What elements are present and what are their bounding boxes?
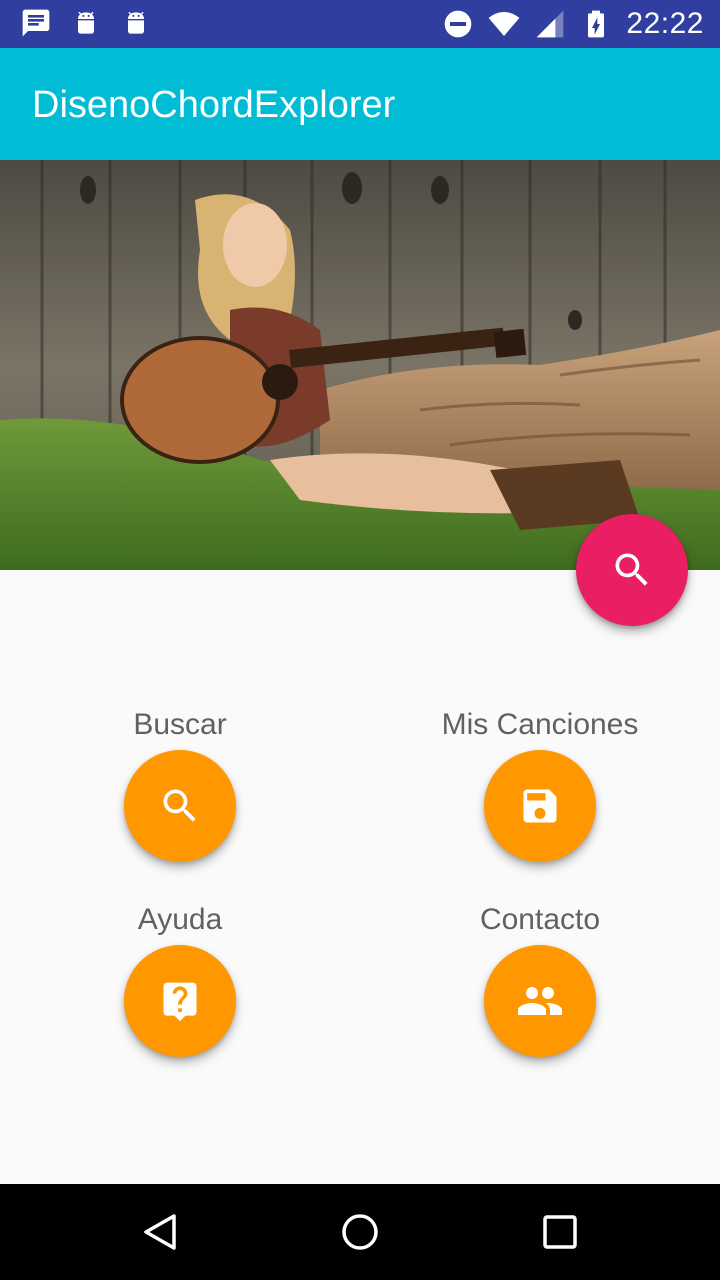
status-bar: 22:22: [0, 0, 720, 48]
action-contacto: Contacto: [360, 900, 720, 1057]
wifi-icon: [489, 12, 520, 36]
recents-icon: [543, 1215, 577, 1249]
action-label-contacto: Contacto: [479, 903, 601, 936]
back-button[interactable]: [136, 1208, 184, 1256]
people-icon: [518, 987, 562, 1015]
hero-image: [0, 160, 720, 570]
save-icon: [523, 789, 557, 823]
recents-button[interactable]: [536, 1208, 584, 1256]
mis-canciones-button[interactable]: [484, 750, 596, 862]
app-bar: DisenoChordExplorer: [0, 48, 720, 160]
contacto-button[interactable]: [484, 945, 596, 1057]
home-button[interactable]: [336, 1208, 384, 1256]
battery-charging-icon: [588, 10, 605, 38]
ayuda-button[interactable]: [124, 945, 236, 1057]
navigation-bar: [0, 1184, 720, 1280]
help-icon: [163, 982, 197, 1022]
action-mis-canciones: Mis Canciones: [360, 705, 720, 862]
action-label-buscar: Buscar: [133, 708, 227, 741]
do-not-disturb-icon: [445, 10, 472, 38]
android-icon: [128, 11, 144, 34]
back-icon: [144, 1214, 176, 1250]
app-title: DisenoChordExplorer: [32, 84, 396, 126]
action-label-ayuda: Ayuda: [137, 903, 223, 936]
signal-icon: [537, 10, 564, 38]
action-buscar: Buscar: [0, 705, 360, 862]
message-icon: [22, 9, 50, 37]
main-search-fab[interactable]: [576, 514, 688, 626]
android-icon: [78, 11, 94, 34]
home-icon: [342, 1214, 378, 1250]
action-ayuda: Ayuda: [0, 900, 360, 1057]
search-icon: [615, 553, 648, 586]
search-icon: [163, 789, 196, 822]
status-clock: 22:22: [626, 7, 704, 40]
action-label-mis-canciones: Mis Canciones: [441, 708, 639, 741]
buscar-button[interactable]: [124, 750, 236, 862]
